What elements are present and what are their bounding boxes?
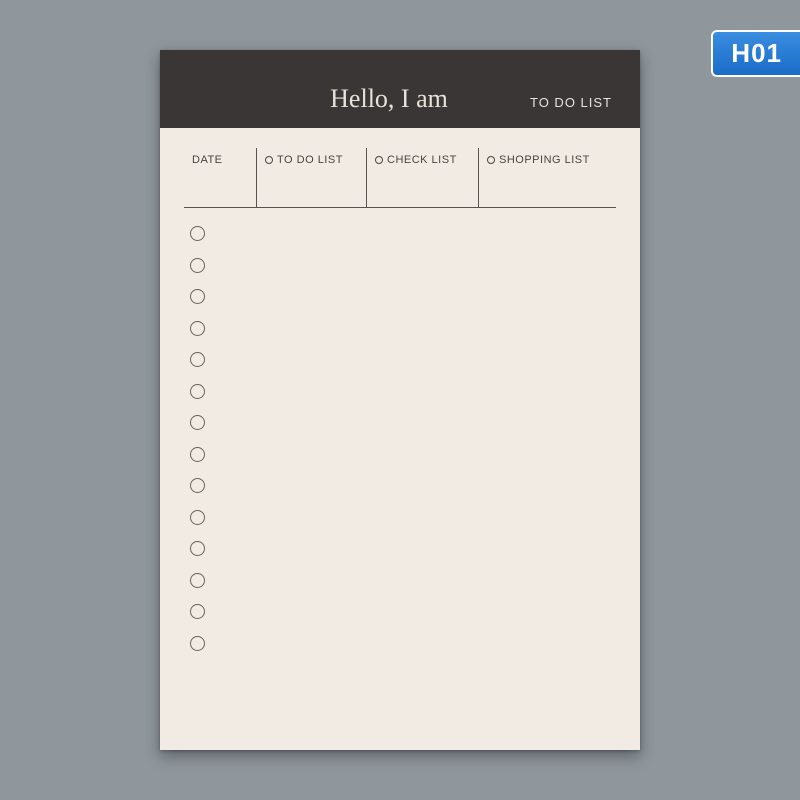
bullet-circle-icon	[190, 478, 205, 493]
column-todo-label: TO DO LIST	[277, 154, 343, 166]
bullet-circle-icon	[190, 573, 205, 588]
column-check: CHECK LIST	[366, 148, 478, 207]
bullet-list	[160, 208, 640, 651]
notepad-subtitle: TO DO LIST	[530, 95, 612, 114]
bullet-row	[190, 604, 616, 619]
column-todo: TO DO LIST	[256, 148, 366, 207]
column-shopping-label: SHOPPING LIST	[499, 154, 590, 166]
bullet-row	[190, 384, 616, 399]
bullet-circle-icon	[190, 604, 205, 619]
bullet-row	[190, 258, 616, 273]
bullet-row	[190, 352, 616, 367]
bullet-row	[190, 226, 616, 241]
bullet-row	[190, 415, 616, 430]
column-headers: DATE TO DO LIST CHECK LIST SHOPPING LIST	[184, 148, 616, 208]
variant-badge-label: H01	[731, 38, 782, 68]
column-check-label: CHECK LIST	[387, 154, 457, 166]
bullet-circle-icon	[190, 415, 205, 430]
column-shopping: SHOPPING LIST	[478, 148, 616, 207]
bullet-circle-icon	[190, 510, 205, 525]
bullet-circle-icon	[190, 321, 205, 336]
bullet-row	[190, 447, 616, 462]
circle-icon	[375, 156, 383, 164]
bullet-row	[190, 636, 616, 651]
bullet-circle-icon	[190, 541, 205, 556]
bullet-row	[190, 478, 616, 493]
bullet-row	[190, 541, 616, 556]
bullet-circle-icon	[190, 258, 205, 273]
bullet-circle-icon	[190, 352, 205, 367]
variant-badge: H01	[711, 30, 800, 77]
bullet-circle-icon	[190, 289, 205, 304]
bullet-row	[190, 510, 616, 525]
circle-icon	[265, 156, 273, 164]
notepad-title: Hello, I am	[248, 84, 530, 114]
bullet-row	[190, 573, 616, 588]
bullet-circle-icon	[190, 226, 205, 241]
notepad: Hello, I am TO DO LIST DATE TO DO LIST C…	[160, 50, 640, 750]
column-date: DATE	[184, 148, 256, 207]
bullet-row	[190, 321, 616, 336]
bullet-circle-icon	[190, 636, 205, 651]
column-date-label: DATE	[192, 154, 223, 166]
notepad-header: Hello, I am TO DO LIST	[160, 50, 640, 128]
bullet-row	[190, 289, 616, 304]
bullet-circle-icon	[190, 384, 205, 399]
bullet-circle-icon	[190, 447, 205, 462]
circle-icon	[487, 156, 495, 164]
